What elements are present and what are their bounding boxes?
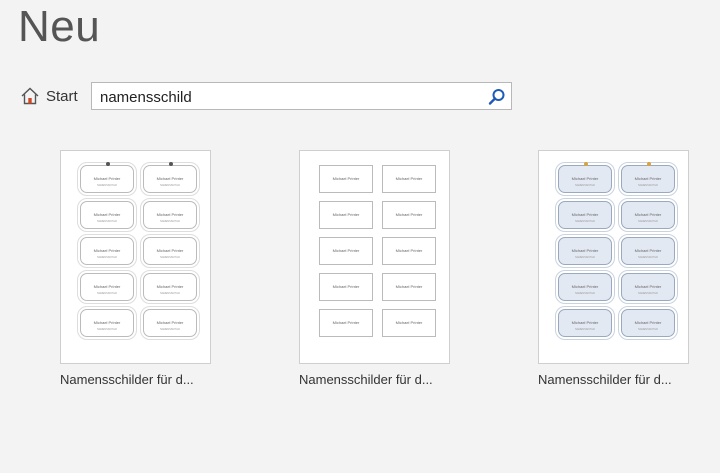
badge-subtitle: NAMENSSCHILD bbox=[575, 328, 595, 331]
badge-name: Michael Printer bbox=[156, 212, 184, 217]
badge-subtitle: NAMENSSCHILD bbox=[575, 256, 595, 259]
start-label: Start bbox=[46, 87, 78, 105]
badge-preview: Michael Printer bbox=[382, 165, 436, 193]
badge-preview: Michael Printer bbox=[382, 237, 436, 265]
search-input[interactable] bbox=[98, 86, 482, 108]
badge-name: Michael Printer bbox=[156, 284, 184, 289]
badge-name: Michael Printer bbox=[395, 248, 423, 253]
search-icon[interactable] bbox=[487, 87, 507, 107]
badge-subtitle: NAMENSSCHILD bbox=[638, 292, 658, 295]
home-icon bbox=[21, 87, 39, 105]
template-label: Namensschilder für d... bbox=[299, 372, 433, 387]
badge-preview: Michael Printer bbox=[319, 273, 373, 301]
badge-name: Michael Printer bbox=[395, 284, 423, 289]
badge-name: Michael Printer bbox=[634, 248, 662, 253]
page-title: Neu bbox=[18, 2, 101, 51]
badge-preview: Michael Printer NAMENSSCHILD bbox=[140, 270, 200, 304]
badge-subtitle: NAMENSSCHILD bbox=[638, 184, 658, 187]
badge-preview: Michael Printer NAMENSSCHILD bbox=[77, 306, 137, 340]
badge-subtitle: NAMENSSCHILD bbox=[97, 256, 117, 259]
badge-name: Michael Printer bbox=[395, 212, 423, 217]
badge-subtitle: NAMENSSCHILD bbox=[160, 220, 180, 223]
badge-preview: Michael Printer NAMENSSCHILD bbox=[618, 306, 678, 340]
badge-name: Michael Printer bbox=[571, 320, 599, 325]
badge-name: Michael Printer bbox=[332, 176, 360, 181]
badge-preview: Michael Printer NAMENSSCHILD bbox=[555, 198, 615, 232]
badge-name: Michael Printer bbox=[332, 320, 360, 325]
badge-subtitle: NAMENSSCHILD bbox=[575, 292, 595, 295]
badge-ornament-icon bbox=[647, 162, 651, 166]
badge-preview: Michael Printer bbox=[382, 201, 436, 229]
badge-preview: Michael Printer NAMENSSCHILD bbox=[555, 162, 615, 196]
badge-preview: Michael Printer NAMENSSCHILD bbox=[77, 270, 137, 304]
badge-preview: Michael Printer NAMENSSCHILD bbox=[77, 162, 137, 196]
badge-preview: Michael Printer NAMENSSCHILD bbox=[555, 306, 615, 340]
badge-name: Michael Printer bbox=[93, 320, 121, 325]
badge-name: Michael Printer bbox=[634, 284, 662, 289]
badge-preview: Michael Printer NAMENSSCHILD bbox=[555, 270, 615, 304]
badge-name: Michael Printer bbox=[395, 176, 423, 181]
badge-subtitle: NAMENSSCHILD bbox=[638, 328, 658, 331]
badge-preview: Michael Printer NAMENSSCHILD bbox=[77, 234, 137, 268]
badge-name: Michael Printer bbox=[93, 284, 121, 289]
badge-name: Michael Printer bbox=[332, 284, 360, 289]
badge-subtitle: NAMENSSCHILD bbox=[97, 220, 117, 223]
badge-name: Michael Printer bbox=[156, 320, 184, 325]
badge-subtitle: NAMENSSCHILD bbox=[638, 256, 658, 259]
badge-subtitle: NAMENSSCHILD bbox=[97, 184, 117, 187]
badge-name: Michael Printer bbox=[634, 176, 662, 181]
badge-name: Michael Printer bbox=[156, 176, 184, 181]
badge-name: Michael Printer bbox=[634, 320, 662, 325]
badge-preview: Michael Printer NAMENSSCHILD bbox=[140, 162, 200, 196]
badge-preview: Michael Printer NAMENSSCHILD bbox=[140, 198, 200, 232]
badge-name: Michael Printer bbox=[93, 212, 121, 217]
badge-name: Michael Printer bbox=[571, 176, 599, 181]
badge-name: Michael Printer bbox=[571, 212, 599, 217]
badge-name: Michael Printer bbox=[332, 248, 360, 253]
badge-subtitle: NAMENSSCHILD bbox=[160, 292, 180, 295]
badge-subtitle: NAMENSSCHILD bbox=[575, 184, 595, 187]
template-thumbnail[interactable]: Michael Printer NAMENSSCHILD Michael Print… bbox=[60, 150, 211, 364]
template-thumbnail[interactable]: Michael Printer Michael Printer Michael Pr… bbox=[299, 150, 450, 364]
badge-ornament-icon bbox=[169, 162, 173, 166]
template-label: Namensschilder für d... bbox=[538, 372, 672, 387]
template-thumbnail[interactable]: Michael Printer NAMENSSCHILD Michael Print… bbox=[538, 150, 689, 364]
badge-subtitle: NAMENSSCHILD bbox=[97, 292, 117, 295]
badge-name: Michael Printer bbox=[156, 248, 184, 253]
badge-ornament-icon bbox=[584, 162, 588, 166]
badge-preview: Michael Printer bbox=[382, 273, 436, 301]
badge-subtitle: NAMENSSCHILD bbox=[160, 184, 180, 187]
badge-subtitle: NAMENSSCHILD bbox=[638, 220, 658, 223]
badge-name: Michael Printer bbox=[571, 284, 599, 289]
badge-preview: Michael Printer NAMENSSCHILD bbox=[618, 162, 678, 196]
badge-preview: Michael Printer bbox=[319, 201, 373, 229]
badge-preview: Michael Printer NAMENSSCHILD bbox=[140, 234, 200, 268]
badge-preview: Michael Printer bbox=[319, 309, 373, 337]
badge-preview: Michael Printer NAMENSSCHILD bbox=[618, 270, 678, 304]
badge-name: Michael Printer bbox=[93, 176, 121, 181]
badge-preview: Michael Printer NAMENSSCHILD bbox=[140, 306, 200, 340]
badge-preview: Michael Printer NAMENSSCHILD bbox=[618, 198, 678, 232]
badge-subtitle: NAMENSSCHILD bbox=[160, 256, 180, 259]
badge-preview: Michael Printer bbox=[382, 309, 436, 337]
badge-name: Michael Printer bbox=[395, 320, 423, 325]
badge-name: Michael Printer bbox=[332, 212, 360, 217]
badge-name: Michael Printer bbox=[571, 248, 599, 253]
badge-subtitle: NAMENSSCHILD bbox=[97, 328, 117, 331]
badge-preview: Michael Printer bbox=[319, 237, 373, 265]
badge-subtitle: NAMENSSCHILD bbox=[575, 220, 595, 223]
badge-preview: Michael Printer NAMENSSCHILD bbox=[618, 234, 678, 268]
search-box[interactable] bbox=[91, 82, 512, 110]
badge-ornament-icon bbox=[106, 162, 110, 166]
badge-name: Michael Printer bbox=[634, 212, 662, 217]
badge-subtitle: NAMENSSCHILD bbox=[160, 328, 180, 331]
badge-preview: Michael Printer NAMENSSCHILD bbox=[77, 198, 137, 232]
badge-preview: Michael Printer NAMENSSCHILD bbox=[555, 234, 615, 268]
template-label: Namensschilder für d... bbox=[60, 372, 194, 387]
badge-name: Michael Printer bbox=[93, 248, 121, 253]
start-link[interactable]: Start bbox=[20, 86, 78, 106]
badge-preview: Michael Printer bbox=[319, 165, 373, 193]
